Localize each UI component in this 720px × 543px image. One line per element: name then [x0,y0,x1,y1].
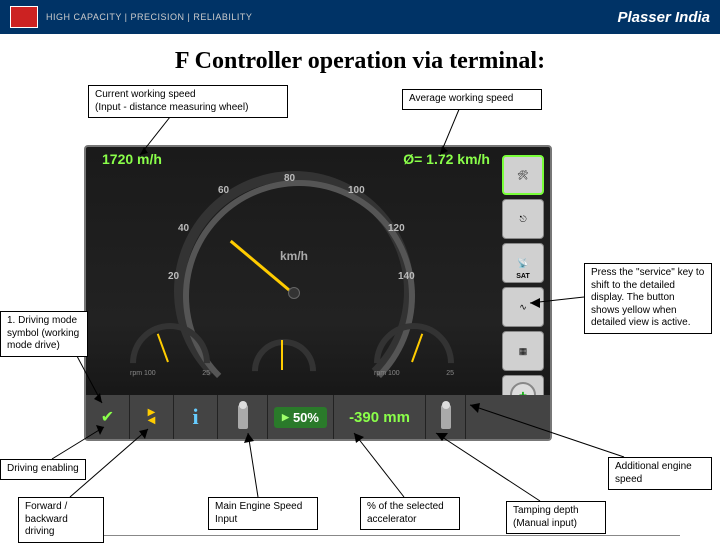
callout-pct-accelerator: % of the selected accelerator [360,497,460,530]
page-title: F Controller operation via terminal: [0,48,720,75]
tick-20: 20 [168,271,179,282]
callout-current-working-speed: Current working speed (Input - distance … [88,85,288,118]
average-speed-value: Ø= 1.72 km/h [403,151,490,167]
pct-value: 50% [293,410,319,425]
kmh-label: km/h [280,249,308,263]
callout-service-key: Press the "service" key to shift to the … [584,263,712,334]
track-button[interactable]: ▦ [502,331,544,371]
check-icon: ✔ [101,407,114,427]
extra-lever-cell[interactable] [426,395,466,439]
callout-main-engine-speed: Main Engine Speed Input [208,497,318,530]
right-rpm-max: 25 [446,370,454,377]
satellite-icon: 📡 [517,258,528,269]
lever2-icon [441,405,451,429]
mm-value: -390 mm [349,409,410,426]
lever-icon [238,405,248,429]
terminal-screen: 1720 m/h Ø= 1.72 km/h km/h 20 40 60 80 1… [84,145,552,441]
main-speedometer: km/h 20 40 60 80 100 120 140 [174,171,414,319]
tick-120: 120 [388,223,405,234]
direction-arrows-icon: ▶◀ [148,409,156,425]
service-button[interactable]: ∿ [502,287,544,327]
tick-140: 140 [398,271,415,282]
callout-tamping-depth: Tamping depth (Manual input) [506,501,606,534]
info-icon: i [192,404,198,430]
accelerator-pct-cell[interactable]: 50% [268,395,334,439]
hy-button[interactable]: 🛠 [502,155,544,195]
left-rpm-max: 25 [202,370,210,377]
tamping-depth-cell[interactable]: -390 mm [334,395,426,439]
callout-driving-enabling: Driving enabling [0,459,86,480]
left-rpm-gauge: rpm 10025 [130,323,210,373]
tick-80: 80 [284,173,295,184]
tick-100: 100 [348,185,365,196]
mode-button[interactable]: ⎋ [502,199,544,239]
side-button-column: 🛠 ⎋ 📡 ∿ ▦ + [502,155,544,415]
driving-enable-cell[interactable]: ✔ [86,395,130,439]
brand-logo [10,6,38,28]
tick-60: 60 [218,185,229,196]
direction-cell[interactable]: ▶◀ [130,395,174,439]
bottom-toolbar: ✔ ▶◀ i 50% -390 mm [86,395,550,439]
engine-lever-cell[interactable] [218,395,268,439]
tick-40: 40 [178,223,189,234]
current-speed-value: 1720 m/h [102,151,162,167]
mode-icon: ⎋ [519,214,526,225]
left-rpm-min: rpm 100 [130,370,156,377]
callout-average-working-speed: Average working speed [402,89,542,110]
right-rpm-gauge: rpm 10025 [374,323,454,373]
brand-name: Plasser India [617,9,710,26]
right-rpm-min: rpm 100 [374,370,400,377]
hy-icon: 🛠 [517,170,528,181]
callout-forward-backward: Forward / backward driving [18,497,104,543]
tagline: HIGH CAPACITY | PRECISION | RELIABILITY [46,12,252,22]
sat-button[interactable]: 📡 [502,243,544,283]
track-icon: ▦ [519,346,528,357]
callout-driving-mode: 1. Driving mode symbol (working mode dri… [0,311,88,357]
callout-additional-engine: Additional engine speed [608,457,712,490]
header-bar: HIGH CAPACITY | PRECISION | RELIABILITY … [0,0,720,34]
center-mini-gauge [252,339,316,389]
wave-icon: ∿ [519,302,527,313]
diagram-stage: Current working speed (Input - distance … [0,83,720,533]
info-cell[interactable]: i [174,395,218,439]
